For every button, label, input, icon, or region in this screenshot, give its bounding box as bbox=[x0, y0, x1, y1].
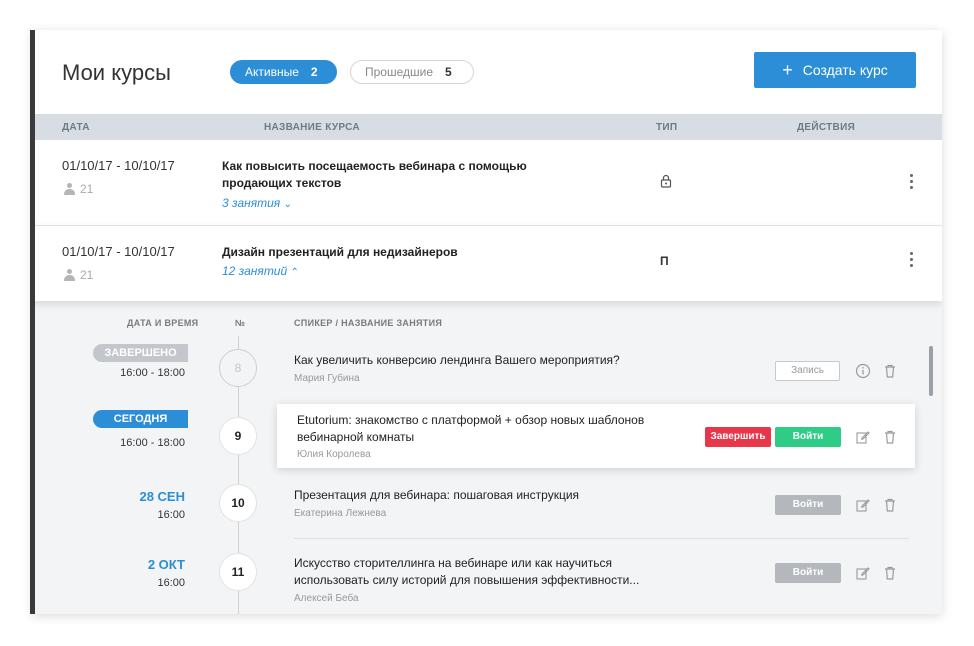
lesson-time: 16:00 bbox=[157, 509, 185, 521]
course-type: П bbox=[660, 254, 669, 268]
courses-table-header: ДАТА НАЗВАНИЕ КУРСА ТИП ДЕЙСТВИЯ bbox=[32, 114, 942, 140]
column-course-name: НАЗВАНИЕ КУРСА bbox=[264, 122, 360, 133]
participants-count: 21 bbox=[80, 182, 94, 196]
tab-active-count: 2 bbox=[310, 65, 318, 79]
tab-active-label: Активные bbox=[245, 65, 299, 79]
create-course-label: Создать курс bbox=[802, 62, 888, 78]
lesson-speaker: Алексей Беба bbox=[294, 593, 359, 604]
course-date: 01/10/17 - 10/10/17 bbox=[62, 158, 175, 173]
tab-past-count: 5 bbox=[445, 65, 452, 79]
join-button[interactable]: Войти bbox=[775, 563, 841, 583]
participants-count: 21 bbox=[80, 268, 94, 282]
column-actions: ДЕЙСТВИЯ bbox=[797, 122, 856, 133]
course-row[interactable]: 01/10/17 - 10/10/17 21 Как повысить посе… bbox=[32, 140, 942, 226]
more-actions-icon[interactable] bbox=[906, 174, 916, 192]
scrollbar[interactable] bbox=[929, 346, 933, 396]
user-icon bbox=[64, 183, 75, 195]
lessons-count: 12 занятий bbox=[222, 264, 288, 278]
info-icon[interactable] bbox=[855, 363, 871, 379]
recording-button[interactable]: Запись bbox=[775, 361, 840, 381]
finish-button[interactable]: Завершить bbox=[705, 427, 771, 447]
tab-past-label: Прошедшие bbox=[365, 65, 434, 79]
lesson-speaker: Мария Губина bbox=[294, 373, 360, 384]
lessons-toggle[interactable]: 3 занятия ⌄ bbox=[222, 196, 292, 210]
lessons-count: 3 занятия bbox=[222, 196, 281, 210]
lock-icon bbox=[660, 174, 672, 191]
lessons-panel: ДАТА И ВРЕМЯ № СПИКЕР / НАЗВАНИЕ ЗАНЯТИЯ… bbox=[32, 301, 942, 614]
edit-icon[interactable] bbox=[855, 429, 871, 445]
lesson-date: 2 ОКТ bbox=[147, 557, 185, 572]
column-speaker-title: СПИКЕР / НАЗВАНИЕ ЗАНЯТИЯ bbox=[294, 318, 443, 328]
join-button[interactable]: Войти bbox=[775, 495, 841, 515]
course-title[interactable]: Дизайн презентаций для недизайнеров bbox=[222, 244, 542, 261]
course-date: 01/10/17 - 10/10/17 bbox=[62, 244, 175, 259]
column-date: ДАТА bbox=[62, 122, 90, 133]
edit-icon[interactable] bbox=[855, 565, 871, 581]
lesson-number: 9 bbox=[219, 417, 257, 455]
plus-icon: + bbox=[782, 60, 793, 80]
tab-active[interactable]: Активные 2 bbox=[230, 60, 337, 84]
trash-icon[interactable] bbox=[882, 363, 898, 379]
status-badge: СЕГОДНЯ bbox=[93, 410, 188, 428]
more-actions-icon[interactable] bbox=[906, 252, 916, 270]
column-datetime: ДАТА И ВРЕМЯ bbox=[127, 318, 199, 328]
lesson-time: 16:00 bbox=[157, 577, 185, 589]
join-button[interactable]: Войти bbox=[775, 427, 841, 447]
column-number: № bbox=[235, 318, 246, 328]
course-participants: 21 bbox=[64, 268, 93, 282]
lesson-number: 11 bbox=[219, 553, 257, 591]
chevron-up-icon: ⌃ bbox=[290, 267, 299, 278]
lesson-speaker: Екатерина Лежнева bbox=[294, 508, 387, 519]
page-title: Мои курсы bbox=[62, 60, 171, 85]
trash-icon[interactable] bbox=[882, 565, 898, 581]
lesson-number: 10 bbox=[219, 484, 257, 522]
courses-panel: Мои курсы Активные 2 Прошедшие 5 + Созда… bbox=[32, 30, 942, 614]
lesson-time: 16:00 - 18:00 bbox=[120, 367, 185, 379]
frame-left-edge bbox=[30, 30, 35, 614]
column-type: ТИП bbox=[656, 122, 678, 133]
lesson-title[interactable]: Искусство сторителлинга на вебинаре или … bbox=[294, 555, 644, 589]
edit-icon[interactable] bbox=[855, 497, 871, 513]
lesson-time: 16:00 - 18:00 bbox=[120, 437, 185, 449]
tab-past[interactable]: Прошедшие 5 bbox=[350, 60, 474, 84]
status-badge: ЗАВЕРШЕНО bbox=[93, 344, 188, 362]
create-course-button[interactable]: + Создать курс bbox=[754, 52, 916, 88]
lessons-toggle[interactable]: 12 занятий ⌃ bbox=[222, 264, 299, 278]
user-icon bbox=[64, 269, 75, 281]
course-participants: 21 bbox=[64, 182, 93, 196]
row-divider bbox=[294, 538, 909, 539]
lesson-date: 28 СЕН bbox=[139, 489, 185, 504]
course-title[interactable]: Как повысить посещаемость вебинара с пом… bbox=[222, 158, 542, 192]
course-row[interactable]: 01/10/17 - 10/10/17 21 Дизайн презентаци… bbox=[32, 226, 942, 301]
trash-icon[interactable] bbox=[882, 497, 898, 513]
lesson-speaker: Юлия Королева bbox=[297, 449, 371, 460]
lesson-number: 8 bbox=[219, 349, 257, 387]
lesson-title[interactable]: Презентация для вебинара: пошаговая инст… bbox=[294, 487, 644, 504]
lesson-title[interactable]: Etutorium: знакомство с платформой + обз… bbox=[297, 412, 657, 446]
trash-icon[interactable] bbox=[882, 429, 898, 445]
chevron-down-icon: ⌄ bbox=[283, 199, 292, 210]
lesson-title[interactable]: Как увеличить конверсию лендинга Вашего … bbox=[294, 352, 644, 369]
